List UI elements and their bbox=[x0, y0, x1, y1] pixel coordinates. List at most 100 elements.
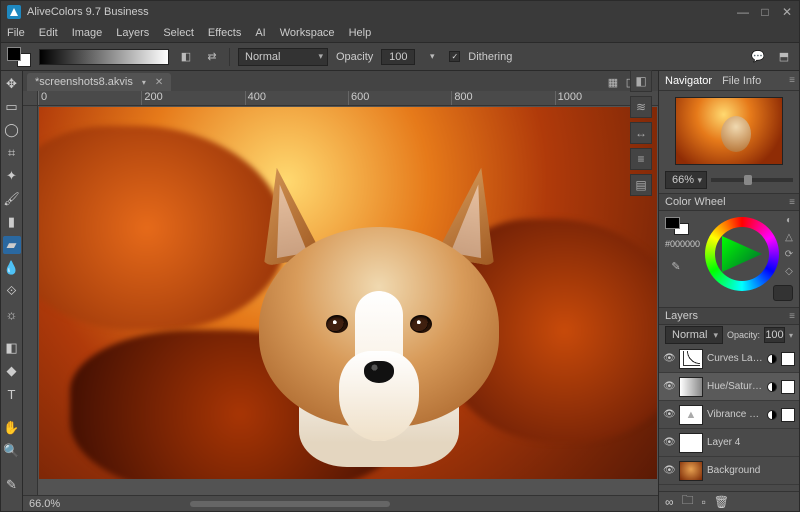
canvas-viewport[interactable]: 02004006008001000 bbox=[23, 91, 658, 495]
horizontal-scrollbar[interactable] bbox=[190, 501, 390, 507]
tool-color-fill[interactable]: ▮ bbox=[3, 213, 21, 231]
color-mode-icon-2[interactable]: △ bbox=[783, 232, 795, 244]
layer-opacity-input[interactable]: 100 bbox=[764, 327, 785, 343]
gradient-reverse-icon[interactable]: ⇄ bbox=[203, 48, 221, 66]
layer-row[interactable]: 👁 Layer 4 bbox=[659, 429, 799, 457]
docked-panel-4[interactable]: ▤ bbox=[630, 174, 652, 196]
docked-panel-1[interactable]: ≋ bbox=[630, 96, 652, 118]
color-mode-icon-3[interactable]: ⟳ bbox=[783, 249, 795, 261]
docked-panel-3[interactable]: ≡ bbox=[630, 148, 652, 170]
docked-panel-0[interactable]: ◧ bbox=[630, 70, 652, 92]
status-zoom[interactable]: 66.0% bbox=[29, 498, 60, 510]
opacity-dropdown-icon[interactable]: ▾ bbox=[423, 48, 441, 66]
tab-close-icon[interactable]: ✕ bbox=[155, 77, 163, 88]
layer-mask-thumbnail[interactable] bbox=[781, 352, 795, 366]
menu-layers[interactable]: Layers bbox=[116, 27, 149, 39]
menu-file[interactable]: File bbox=[7, 27, 25, 39]
menu-select[interactable]: Select bbox=[163, 27, 194, 39]
navigator-zoom-select[interactable]: 66% bbox=[665, 171, 707, 189]
layer-visibility-icon[interactable]: 👁 bbox=[663, 381, 675, 392]
document-tab[interactable]: *screenshots8.akvis ▾ ✕ bbox=[27, 73, 171, 91]
tool-wand[interactable]: ✦ bbox=[3, 167, 21, 185]
docked-panel-2[interactable]: ↔ bbox=[630, 122, 652, 144]
opacity-input[interactable]: 100 bbox=[381, 49, 415, 65]
foreground-background-swatch[interactable] bbox=[7, 47, 31, 67]
color-swatch[interactable] bbox=[665, 217, 689, 235]
gradient-pattern-icon[interactable]: ◧ bbox=[177, 48, 195, 66]
tool-brush[interactable]: 🖌 bbox=[3, 190, 21, 208]
layer-name[interactable]: Layer 4 bbox=[707, 437, 795, 448]
tool-blur[interactable]: 💧 bbox=[3, 259, 21, 277]
layers-header[interactable]: Layers ≡ bbox=[659, 307, 799, 325]
layer-visibility-icon[interactable]: 👁 bbox=[663, 465, 675, 476]
color-preview-swatch[interactable] bbox=[773, 285, 793, 301]
layers-menu-icon[interactable]: ≡ bbox=[789, 311, 795, 322]
minimize-button[interactable]: — bbox=[737, 6, 749, 18]
layer-mask-thumbnail[interactable] bbox=[781, 380, 795, 394]
navigator-zoom-slider[interactable] bbox=[711, 178, 793, 182]
layer-thumbnail[interactable] bbox=[679, 461, 703, 481]
notifications-icon[interactable]: 💬 bbox=[749, 48, 767, 66]
tool-crop[interactable]: ⌗ bbox=[3, 144, 21, 162]
tool-text[interactable]: T bbox=[3, 385, 21, 403]
tool-eraser[interactable]: ◧ bbox=[3, 339, 21, 357]
color-mode-icon-4[interactable]: ◇ bbox=[783, 266, 795, 278]
tool-lasso[interactable]: ◯ bbox=[3, 121, 21, 139]
tab-navigator[interactable]: Navigator bbox=[665, 75, 712, 87]
ruler-vertical[interactable] bbox=[23, 106, 38, 495]
layer-row[interactable]: 👁 Curves Layer 3 bbox=[659, 345, 799, 373]
delete-layer-icon[interactable]: 🗑 bbox=[714, 495, 729, 509]
ruler-horizontal[interactable]: 02004006008001000 bbox=[38, 91, 658, 106]
menu-ai[interactable]: AI bbox=[255, 27, 265, 39]
adjustment-icon[interactable] bbox=[767, 410, 777, 420]
canvas-image[interactable] bbox=[39, 107, 657, 479]
maximize-button[interactable]: □ bbox=[759, 6, 771, 18]
tab-file-info[interactable]: File Info bbox=[722, 75, 761, 87]
tab-dropdown-icon[interactable]: ▾ bbox=[139, 77, 149, 87]
color-wheel-menu-icon[interactable]: ≡ bbox=[789, 197, 795, 208]
layer-thumbnail[interactable] bbox=[679, 433, 703, 453]
close-window-button[interactable]: ✕ bbox=[781, 6, 793, 18]
layer-opacity-dropdown-icon[interactable]: ▾ bbox=[789, 331, 793, 340]
layer-thumbnail[interactable] bbox=[679, 405, 703, 425]
menu-image[interactable]: Image bbox=[72, 27, 103, 39]
layer-thumbnail[interactable] bbox=[679, 377, 703, 397]
eyedropper-icon[interactable]: ✎ bbox=[667, 257, 685, 275]
layer-row[interactable]: 👁 Vibrance Layer1 bbox=[659, 401, 799, 429]
layer-name[interactable]: Vibrance Layer1 bbox=[707, 409, 763, 420]
menu-help[interactable]: Help bbox=[349, 27, 372, 39]
color-wheel[interactable] bbox=[705, 217, 779, 291]
navigator-preview[interactable] bbox=[675, 97, 783, 165]
menu-workspace[interactable]: Workspace bbox=[280, 27, 335, 39]
layer-visibility-icon[interactable]: 👁 bbox=[663, 437, 675, 448]
tool-hand[interactable]: ✋ bbox=[3, 419, 21, 437]
adjustment-icon[interactable] bbox=[767, 354, 777, 364]
layer-blend-select[interactable]: Normal bbox=[665, 326, 723, 344]
layer-mask-thumbnail[interactable] bbox=[781, 408, 795, 422]
workspace-settings-icon[interactable]: ⬒ bbox=[775, 48, 793, 66]
tool-dodge[interactable]: ☼ bbox=[3, 305, 21, 323]
color-hex-value[interactable]: #000000 bbox=[665, 239, 700, 249]
navigator-menu-icon[interactable]: ≡ bbox=[789, 75, 795, 86]
new-layer-icon[interactable]: ▫ bbox=[702, 495, 706, 509]
layer-row[interactable]: 👁Background bbox=[659, 457, 799, 485]
menu-edit[interactable]: Edit bbox=[39, 27, 58, 39]
tool-gradient[interactable]: ▰ bbox=[3, 236, 21, 254]
blend-mode-select[interactable]: Normal bbox=[238, 48, 328, 66]
tool-shape[interactable]: ◆ bbox=[3, 362, 21, 380]
layer-visibility-icon[interactable]: 👁 bbox=[663, 353, 675, 364]
tool-eyedropper[interactable]: ✎ bbox=[3, 476, 21, 494]
tool-clone[interactable]: ⟐ bbox=[3, 282, 21, 300]
color-wheel-header[interactable]: Color Wheel ≡ bbox=[659, 193, 799, 211]
ruler-origin[interactable] bbox=[23, 91, 38, 106]
gradient-preview[interactable] bbox=[39, 49, 169, 65]
layer-visibility-icon[interactable]: 👁 bbox=[663, 409, 675, 420]
new-folder-icon[interactable]: 🗀 bbox=[682, 491, 694, 512]
menu-effects[interactable]: Effects bbox=[208, 27, 241, 39]
layer-name[interactable]: Hue/Saturation Layer2 bbox=[707, 381, 763, 392]
layer-thumbnail[interactable] bbox=[679, 349, 703, 369]
dithering-checkbox[interactable]: ✓ bbox=[449, 51, 460, 62]
adjustment-icon[interactable] bbox=[767, 382, 777, 392]
tool-rect-select[interactable]: ▭ bbox=[3, 98, 21, 116]
layer-name[interactable]: Curves Layer 3 bbox=[707, 353, 763, 364]
